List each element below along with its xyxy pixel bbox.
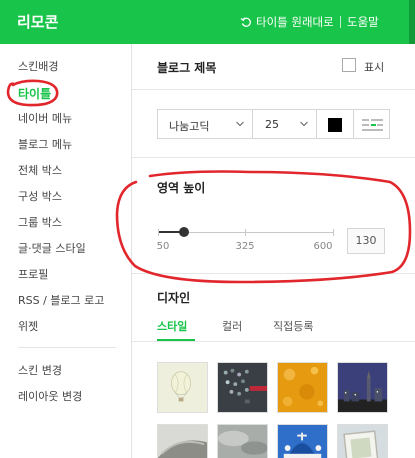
tab-color[interactable]: 컬러 [222, 318, 242, 334]
picture-frame-image [338, 425, 387, 458]
sidebar-item-change-layout[interactable]: 레이아웃 변경 [18, 388, 82, 404]
font-size-value: 25 [265, 118, 279, 131]
blog-title-label: 블로그 제목 [157, 61, 217, 75]
sidebar-item-change-skin[interactable]: 스킨 변경 [18, 362, 62, 378]
height-value-field[interactable]: 130 [347, 228, 385, 254]
show-title-checkbox[interactable] [342, 58, 356, 72]
design-label: 디자인 [157, 291, 191, 305]
slider-tick-min [158, 229, 159, 236]
sidebar-item-title[interactable]: 타이틀 [18, 85, 51, 102]
skin-thumbnail-cloudy-sky[interactable] [217, 424, 268, 458]
sidebar-item-widget[interactable]: 위젯 [18, 318, 38, 334]
reset-title-label: 타이틀 원래대로 [256, 15, 334, 29]
header-edge [409, 0, 415, 44]
hot-air-balloon-image [158, 363, 207, 412]
show-title-label: 표시 [364, 61, 385, 74]
sidebar-item-layout-box[interactable]: 구성 박스 [18, 188, 62, 204]
chevron-down-icon [236, 121, 244, 127]
font-family-select[interactable]: 나눔고딕 [157, 109, 253, 139]
dark-mosaic-image [218, 363, 267, 412]
sidebar-item-profile[interactable]: 프로필 [18, 266, 48, 282]
font-family-value: 나눔고딕 [169, 120, 210, 133]
slider-mid-label: 325 [235, 241, 255, 252]
car-bumper-image [158, 425, 207, 458]
font-size-select[interactable]: 25 [253, 109, 317, 139]
height-slider-handle[interactable] [178, 227, 189, 237]
tab-custom-upload[interactable]: 직접등록 [273, 318, 313, 334]
slider-tick-mid [245, 229, 246, 236]
color-swatch [328, 118, 342, 132]
skin-thumbnail-orange-dots[interactable] [277, 362, 328, 413]
chevron-down-icon [300, 121, 308, 127]
slider-min-label: 50 [156, 241, 170, 252]
sidebar-item-whole-box[interactable]: 전체 박스 [18, 162, 62, 178]
text-align-icon [362, 119, 383, 131]
area-height-label: 영역 높이 [157, 181, 206, 195]
sidebar-item-rss-logo[interactable]: RSS / 블로그 로고 [18, 292, 104, 308]
undo-icon [240, 17, 251, 27]
orange-dots-image [278, 363, 327, 412]
text-align-button[interactable] [354, 109, 390, 139]
skin-thumbnail-dark-mosaic[interactable] [217, 362, 268, 413]
night-city-image [338, 363, 387, 412]
slider-tick-max [333, 229, 334, 236]
tabs-border [132, 341, 415, 342]
skin-thumbnail-car-bumper[interactable] [157, 424, 208, 458]
sidebar-item-group-box[interactable]: 그룹 박스 [18, 214, 62, 230]
skin-thumbnail-santorini-dome[interactable] [277, 424, 328, 458]
sidebar-item-post-comment-style[interactable]: 글·댓글 스타일 [18, 240, 86, 256]
reset-title-button[interactable]: 타이틀 원래대로 [240, 14, 334, 30]
help-link[interactable]: 도움말 [347, 14, 379, 30]
remote-title: 리모콘 [17, 13, 59, 31]
area-height-row [132, 158, 415, 274]
skin-thumbnail-picture-frame[interactable] [337, 424, 388, 458]
skin-thumbnail-hot-air-balloon[interactable] [157, 362, 208, 413]
sidebar-separator [18, 347, 116, 348]
tab-style[interactable]: 스타일 [157, 318, 187, 334]
cloudy-sky-image [218, 425, 267, 458]
font-color-picker[interactable] [317, 109, 354, 139]
sidebar-item-blog-menu[interactable]: 블로그 메뉴 [18, 136, 72, 152]
santorini-dome-image [278, 425, 327, 458]
top-bar: 리모콘 타이틀 원래대로 도움말 [0, 0, 415, 44]
slider-max-label: 600 [313, 241, 333, 252]
active-tab-indicator [157, 339, 195, 341]
sidebar-item-skin-background[interactable]: 스킨배경 [18, 58, 58, 74]
sidebar-item-naver-menu[interactable]: 네이버 메뉴 [18, 110, 72, 126]
header-divider [340, 16, 341, 28]
skin-thumbnail-night-city[interactable] [337, 362, 388, 413]
